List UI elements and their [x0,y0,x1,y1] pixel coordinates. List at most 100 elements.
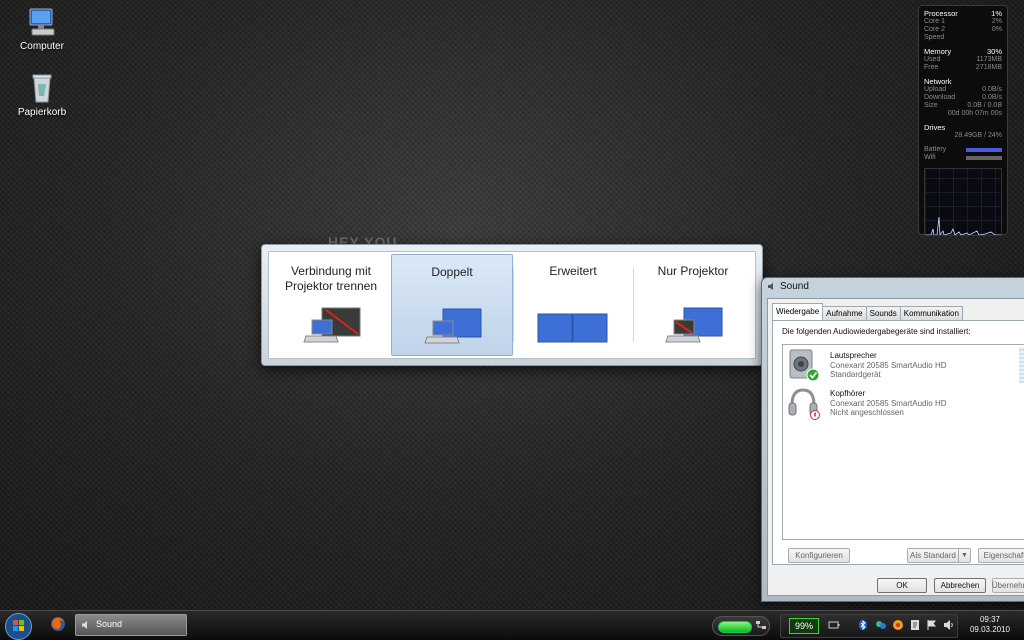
network-label: Network [924,77,952,86]
battery-percent[interactable]: 99% [789,618,819,634]
projector-only-icon [633,306,753,346]
apply-button[interactable]: Übernehmen [992,578,1024,593]
updates-tray-icon[interactable] [909,619,921,631]
antivirus-tray-icon[interactable] [892,619,904,631]
download-label: Download [924,94,956,101]
device-driver: Conexant 20585 SmartAudio HD [830,398,947,408]
messenger-tray-icon[interactable] [875,619,887,631]
start-button[interactable] [4,612,33,640]
desktop-icon-computer[interactable]: Computer [12,6,72,52]
tab-recording[interactable]: Aufnahme [822,306,867,320]
upload-row: Upload 0.0B/s [924,86,1002,94]
memory-free-label: Free [924,64,939,71]
battery-label: Battery [924,146,947,153]
system-monitor-gadget[interactable]: Processor 1% Core 1 2% Core 2 0% Speed M… [918,5,1008,236]
computer-icon [26,6,58,38]
uptime-value: 00d 00h 07m 00s [947,110,1002,117]
option-label: Erweitert [549,264,597,278]
tab-sounds[interactable]: Sounds [865,306,901,320]
dialog-body: Wiedergabe Aufnahme Sounds Kommunikation… [767,298,1024,596]
firefox-icon[interactable] [50,616,66,632]
battery-row: Battery [924,146,1002,154]
memory-used-row: Used 1173MB [924,56,1002,64]
volume-tray-icon[interactable] [943,619,955,631]
level-meter [1019,347,1024,383]
size-row: Size 0.0B / 0.0B [924,102,1002,110]
battery-bar [966,148,1002,152]
drives-value-row: 28.49GB / 24% [924,132,1002,140]
uptime-row: 00d 00h 07m 00s [924,110,1002,118]
ok-button[interactable]: OK [877,578,927,593]
configure-button[interactable]: Konfigurieren [788,548,850,563]
tab-playback[interactable]: Wiedergabe [772,303,824,320]
playback-page: Die folgenden Audiowiedergabegeräte sind… [772,320,1024,565]
upload-label: Upload [924,86,947,93]
drives-value: 28.49GB / 24% [954,132,1002,139]
speaker-device-icon [786,347,822,383]
memory-row: Memory 30% [924,48,1002,56]
option-label: Verbindung mit Projektor trennen [284,264,378,293]
memory-used-label: Used [924,56,941,63]
battery-indicator [718,621,752,633]
wifi-row: Wifi [924,154,1002,162]
download-value: 0.0B/s [982,94,1002,101]
processor-label: Processor [924,9,958,18]
core2-label: Core 2 [924,26,946,33]
core1-value: 2% [991,18,1002,25]
list-item-speakers[interactable]: Lautsprecher Conexant 20585 SmartAudio H… [783,345,1024,383]
speed-row: Speed [924,34,1002,42]
speed-label: Speed [924,34,945,41]
wifi-label: Wifi [924,154,936,161]
list-item-headphones[interactable]: Kopfhörer Conexant 20585 SmartAudio HD N… [783,383,1024,421]
device-list[interactable]: Lautsprecher Conexant 20585 SmartAudio H… [782,344,1024,540]
memory-free-row: Free 2718MB [924,64,1002,72]
cancel-button[interactable]: Abbrechen [934,578,986,593]
battery-tray-icon[interactable] [828,619,840,631]
set-default-button[interactable]: Als Standard ▼ [907,548,971,563]
tab-communication[interactable]: Kommunikation [899,306,963,320]
drives-label: Drives [924,123,946,132]
projector-switcher: Verbindung mitProjektor trennen Doppelt [261,244,763,366]
taskbar-clock[interactable]: 09:37 09.03.2010 [962,615,1018,635]
chevron-down-icon: ▼ [958,549,970,562]
dialog-titlebar[interactable]: Sound [762,278,1024,296]
projector-options: Verbindung mitProjektor trennen Doppelt [268,251,756,359]
taskbar: Sound 99% 09:37 09.03.2010 [0,610,1024,640]
processor-value: 1% [991,9,1002,18]
option-disconnect-projector[interactable]: Verbindung mit Projektor trennen [271,254,391,356]
desktop-icon-recycle-bin[interactable]: Papierkorb [12,72,72,118]
desktop-icon-label: Papierkorb [17,107,67,118]
network-row: Network [924,78,1002,86]
duplicate-icon [392,307,512,347]
tab-strip: Wiedergabe Aufnahme Sounds Kommunikation [768,299,1024,321]
memory-free-value: 2718MB [975,64,1002,71]
option-projector-only[interactable]: Nur Projektor [633,254,753,356]
computer-only-icon [271,306,391,346]
memory-label: Memory [924,47,952,56]
processor-row: Processor 1% [924,10,1002,18]
taskbar-button-label: Sound [96,619,123,629]
core1-label: Core 1 [924,18,946,25]
bluetooth-tray-icon[interactable] [857,619,869,631]
network-graph [924,168,1002,236]
network-tray-icon[interactable] [755,619,767,631]
device-name: Kopfhörer [830,389,866,398]
download-row: Download 0.0B/s [924,94,1002,102]
recycle-bin-icon [26,72,58,104]
properties-button[interactable]: Eigenschaften [978,548,1024,563]
option-label: Nur Projektor [657,264,729,278]
core2-value: 0% [991,26,1002,33]
headphones-icon [786,385,822,421]
dialog-title: Sound [780,281,809,292]
taskbar-button-sound[interactable]: Sound [75,614,187,636]
option-duplicate[interactable]: Doppelt [391,254,513,356]
memory-value: 30% [986,47,1002,56]
extend-icon [513,306,633,346]
wifi-bar [966,156,1002,160]
upload-value: 0.0B/s [982,86,1002,93]
option-extend[interactable]: Erweitert [513,254,633,356]
clock-date: 09.03.2010 [969,625,1011,634]
size-value: 0.0B / 0.0B [967,102,1002,109]
action-center-tray-icon[interactable] [926,619,938,631]
core1-row: Core 1 2% [924,18,1002,26]
